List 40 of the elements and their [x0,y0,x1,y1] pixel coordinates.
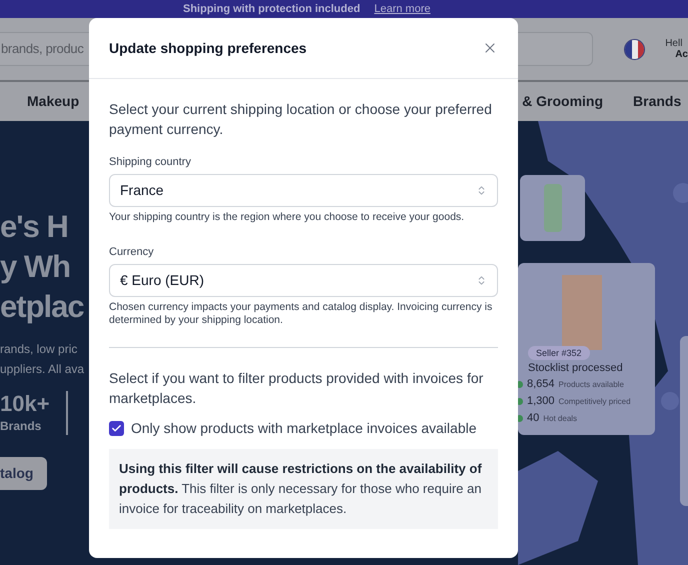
promo-text: Shipping with protection included [183,2,360,17]
invoice-checkbox[interactable] [109,421,124,436]
stat-text: Competitively priced [558,396,631,408]
stat-text: Products available [558,378,624,390]
stat-number: 40 [527,411,540,426]
checkmark-icon [111,423,122,434]
hero-heading: e's H [0,208,69,246]
chevron-updown-icon [476,275,487,286]
stat-label: Brands [0,418,42,435]
checkbox-label[interactable]: Only show products with marketplace invoices available [131,418,476,439]
dialog-title: Update shopping preferences [109,38,307,58]
french-flag-icon[interactable] [624,38,646,60]
account-text[interactable]: Ac [675,49,688,60]
stat-text: Hot deals [543,412,578,424]
field-help-text: Chosen currency impacts your payments and catalog display. Invoicing currency is determined by your shipping location. [109,301,494,327]
card-title: Stocklist processed [528,361,623,376]
hero-subtitle: rands, low pric [0,341,78,358]
catalog-button[interactable]: talog [0,457,47,490]
chevron-updown-icon [476,185,487,196]
stat-number: 1,300 [527,394,555,410]
intro-text: Select your current shipping location or choose your preferred payment currency. [109,100,493,139]
greeting-text: Hell [665,38,684,49]
nav-item[interactable]: Makeup [27,91,80,112]
select-field[interactable]: € Euro (EUR) [109,264,498,297]
select-field[interactable]: France [109,174,498,207]
seller-badge: Seller #352 [528,346,590,360]
stat-value: 10k+ [0,391,50,417]
field-label: Currency [109,245,155,259]
nav-item[interactable]: Brands [633,91,682,112]
filter-intro-text: Select if you want to filter products provided with invoices for marketplaces. [109,369,484,408]
hero-heading: y Wh [0,248,72,286]
hero-subtitle: uppliers. All ava [0,361,86,378]
field-help-text: Your shipping country is the region where you choose to receive your goods. [109,211,466,224]
nav-item[interactable]: & Grooming [522,91,604,112]
learn-more-link[interactable]: Learn more [374,0,430,18]
photo-placeholder [544,184,562,232]
stat-number: 8,654 [527,377,555,392]
field-label: Shipping country [109,155,192,169]
hero-heading: etplac [0,288,85,326]
note-text: Using this filter will cause restrictions on the availability of products. This filter is only necessary for those who require an invoice for traceability on marketplaces. [119,460,483,518]
